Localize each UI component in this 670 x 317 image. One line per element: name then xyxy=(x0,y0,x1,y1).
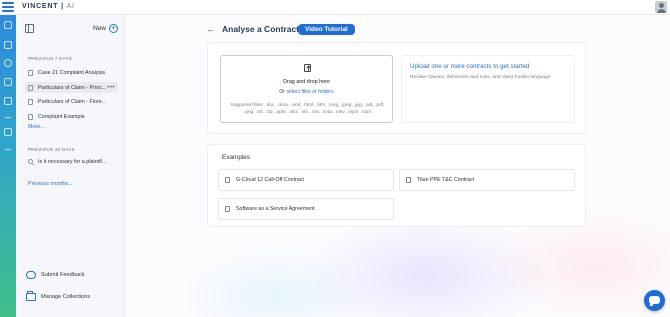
example-label: Software as a Service Agreement xyxy=(236,206,315,212)
submit-feedback-button[interactable]: Submit Feedback xyxy=(26,271,85,279)
previous-months-link[interactable]: Previous months... xyxy=(28,181,73,187)
ellipsis-icon[interactable] xyxy=(5,149,11,150)
toggle-sidebar-icon[interactable] xyxy=(25,24,34,33)
edit-icon[interactable] xyxy=(4,78,12,86)
example-label: Titan PPE T&C Contract xyxy=(417,177,475,183)
history-item-label: Is it necessary for a plaintif... xyxy=(38,158,107,165)
example-item[interactable]: Titan PPE T&C Contract xyxy=(399,169,575,191)
top-bar: VINCENT | AI xyxy=(0,0,670,15)
document-icon xyxy=(28,84,33,91)
video-tutorial-button[interactable]: Video Tutorial xyxy=(298,24,355,35)
history-item[interactable]: Is it necessary for a plaintif... xyxy=(25,156,118,167)
icon-rail xyxy=(0,15,16,317)
document-icon xyxy=(28,98,33,105)
hamburger-menu-icon[interactable] xyxy=(2,2,14,13)
document-icon xyxy=(225,206,230,212)
new-chat-button[interactable]: New + xyxy=(93,24,119,33)
chat-icon[interactable] xyxy=(4,97,12,105)
file-dropzone[interactable]: Drag and drop here Or select files or fo… xyxy=(220,55,393,123)
history-item[interactable]: Case 21 Complaint Analysis xyxy=(25,67,118,78)
plus-icon: + xyxy=(109,24,119,33)
example-label: G-Cloud 12 Call-Off Contract xyxy=(236,177,304,183)
more-options-icon[interactable]: ••• xyxy=(107,85,115,91)
brand-name: VINCENT xyxy=(22,3,59,10)
history-item-label: Particulars of Claim - Princ... xyxy=(38,84,107,91)
document-icon xyxy=(225,177,230,183)
search-icon[interactable] xyxy=(4,59,12,67)
document-icon xyxy=(406,177,411,183)
dropzone-select-row: Or select files or folders xyxy=(221,89,392,95)
document-icon xyxy=(28,113,33,120)
home-icon[interactable] xyxy=(4,21,12,29)
upload-info-panel: Upload one or more contracts to get star… xyxy=(401,55,575,123)
chat-support-icon[interactable] xyxy=(644,290,665,311)
example-item[interactable]: G-Cloud 12 Call-Off Contract xyxy=(218,169,394,191)
history-item-label: Case 21 Complaint Analysis xyxy=(38,69,106,76)
more-link[interactable]: More... xyxy=(28,124,45,130)
upload-card: Drag and drop here Or select files or fo… xyxy=(207,42,586,134)
user-avatar[interactable] xyxy=(655,1,667,13)
brand-suffix: AI xyxy=(66,3,75,10)
history-item[interactable]: Particulars of Claim - Princ... ••• xyxy=(25,82,118,93)
brand-logo: VINCENT | AI xyxy=(22,3,75,10)
history-item[interactable]: Particulars of Claim - Flore... xyxy=(25,96,118,107)
history-sidebar: New + PREVIOUS 7 DAYS Case 21 Complaint … xyxy=(16,15,125,317)
settings-icon[interactable] xyxy=(4,128,12,136)
select-files-link[interactable]: select files or folders xyxy=(286,89,333,95)
new-label: New xyxy=(93,25,107,32)
people-icon[interactable] xyxy=(4,41,12,49)
info-title: Upload one or more contracts to get star… xyxy=(410,63,530,70)
section-previous-7-days: PREVIOUS 7 DAYS xyxy=(28,56,73,61)
feedback-icon xyxy=(26,271,36,279)
main-content: ← Analyse a Contract Video Tutorial Drag… xyxy=(126,16,670,317)
upload-icon xyxy=(304,64,311,72)
page-title: Analyse a Contract xyxy=(222,24,299,34)
history-item[interactable]: Complaint Example xyxy=(25,111,118,122)
submit-feedback-label: Submit Feedback xyxy=(41,272,85,278)
search-icon xyxy=(28,159,33,164)
example-item[interactable]: Software as a Service Agreement xyxy=(218,198,394,220)
examples-card: Examples G-Cloud 12 Call-Off Contract Ti… xyxy=(207,144,586,227)
back-arrow-icon[interactable]: ← xyxy=(207,25,215,34)
divider-icon xyxy=(5,117,11,118)
history-item-label: Particulars of Claim - Flore... xyxy=(38,98,107,105)
section-previous-30-days: PREVIOUS 30 DAYS xyxy=(28,147,75,152)
manage-collections-button[interactable]: Manage Collections xyxy=(26,291,91,301)
collections-icon xyxy=(26,291,36,301)
document-icon xyxy=(28,69,33,76)
history-item-label: Complaint Example xyxy=(38,113,85,120)
or-text: Or xyxy=(279,89,285,95)
manage-collections-label: Manage Collections xyxy=(41,294,91,300)
dropzone-title: Drag and drop here xyxy=(283,79,330,85)
supported-files-text: Supported files: .doc, .docx, .eml, .htm… xyxy=(230,103,385,116)
examples-heading: Examples xyxy=(222,154,251,161)
info-subtitle: Review clauses, definitions and risks, a… xyxy=(410,75,551,80)
